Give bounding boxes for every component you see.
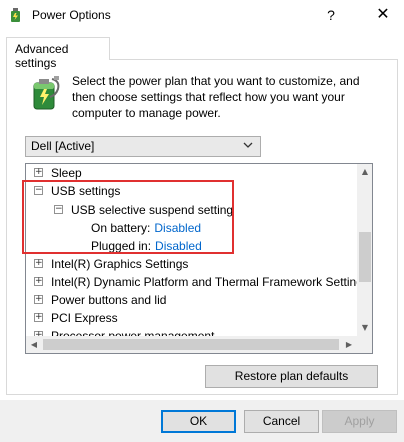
help-button[interactable]: ? [320,4,342,26]
expand-icon[interactable]: + [34,277,43,286]
apply-button[interactable]: Apply [322,410,397,433]
chevron-down-icon [243,142,253,148]
horizontal-scroll-thumb[interactable] [43,339,339,350]
tree-item-label: PCI Express [51,311,118,325]
tree-item-label: Intel(R) Graphics Settings [51,257,189,271]
scroll-right-arrow-icon[interactable]: ▶ [341,336,357,353]
cancel-button[interactable]: Cancel [244,410,319,433]
expand-icon[interactable]: + [34,168,43,177]
scroll-up-arrow-icon[interactable]: ▲ [357,164,372,180]
power-plan-select[interactable]: Dell [Active] [25,136,261,157]
power-options-icon [11,8,20,22]
close-button[interactable]: ✕ [372,4,394,26]
title-bar: Power Options ? ✕ [0,0,404,30]
plan-description: Select the power plan that you want to c… [72,74,360,120]
expand-icon[interactable]: + [34,313,43,322]
expand-icon[interactable]: + [34,259,43,268]
restore-plan-defaults-button[interactable]: Restore plan defaults [205,365,378,388]
battery-power-icon [33,76,60,110]
vertical-scroll-thumb[interactable] [359,232,371,282]
tab-advanced-settings[interactable]: Advanced settings [6,37,110,70]
tree-item-label: Intel(R) Dynamic Platform and Thermal Fr… [51,275,357,289]
vertical-scrollbar[interactable]: ▲ ▼ [357,164,372,336]
usb-settings-highlight-box [22,180,234,254]
scroll-left-arrow-icon[interactable]: ◀ [26,336,42,353]
horizontal-scrollbar[interactable]: ◀ ▶ [26,336,357,353]
ok-button[interactable]: OK [161,410,236,433]
scroll-down-arrow-icon[interactable]: ▼ [357,320,372,336]
scrollbar-corner [357,336,372,353]
window-title: Power Options [32,8,111,22]
tree-item-label: Power buttons and lid [51,293,167,307]
tree-item-label: Processor power management [51,329,215,336]
power-plan-value: Dell [Active] [31,139,95,153]
expand-icon[interactable]: + [34,295,43,304]
